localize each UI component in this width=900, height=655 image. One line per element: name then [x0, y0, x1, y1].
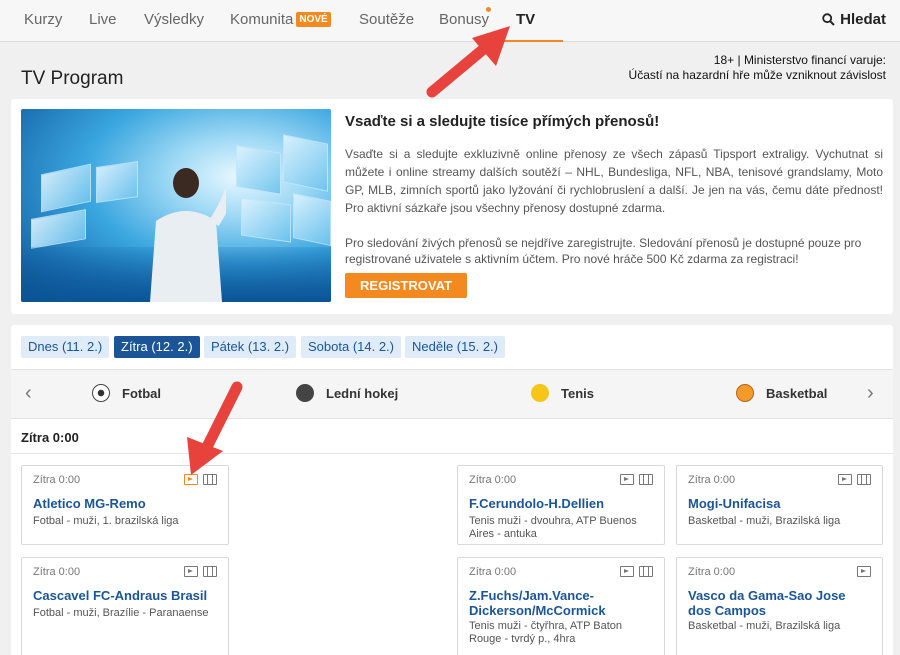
register-button[interactable]: REGISTROVAT [345, 273, 467, 298]
day-tab-tomorrow[interactable]: Zítra (12. 2.) [114, 336, 200, 358]
day-tab-friday[interactable]: Pátek (13. 2.) [204, 336, 297, 358]
chevron-right-icon[interactable]: › [867, 382, 874, 405]
tv-stream-icon[interactable] [184, 566, 198, 577]
promo-panel: Vsaďte si a sledujte tisíce přímých přen… [11, 99, 893, 314]
match-time: Zítra 0:00 [33, 566, 81, 578]
warning-line-2: Účastí na hazardní hře může vzniknout zá… [628, 68, 886, 82]
match-card[interactable]: Zítra 0:00 Vasco da Gama-Sao Jose dos Ca… [676, 557, 883, 655]
sport-label: Lední hokej [326, 386, 399, 401]
match-name[interactable]: Z.Fuchs/Jam.Vance-Dickerson/McCormick [469, 588, 619, 618]
match-info: Basketbal - muži, Brazilská liga [688, 515, 841, 527]
match-card[interactable]: Zítra 0:00 Z.Fuchs/Jam.Vance-Dickerson/M… [457, 557, 665, 655]
sport-filter-basketball[interactable]: Basketbal [736, 370, 827, 420]
nav-item-bonusy[interactable]: Bonusy [439, 0, 489, 42]
promo-title: Vsaďte si a sledujte tisíce přímých přen… [345, 113, 660, 130]
nav-item-vysledky[interactable]: Výsledky [144, 0, 204, 42]
person-illustration [150, 168, 226, 302]
search-label: Hledat [840, 11, 886, 28]
time-section-header: Zítra 0:00 [21, 430, 79, 445]
match-info: Tenis muži - čtyřhra, ATP Baton Rouge - … [469, 620, 623, 645]
match-time: Zítra 0:00 [33, 474, 81, 486]
tv-stream-icon[interactable] [620, 566, 634, 577]
new-badge: NOVÉ [296, 12, 331, 27]
match-name[interactable]: Cascavel FC-Andraus Brasil [33, 588, 218, 603]
stats-icon[interactable] [203, 474, 217, 485]
match-time: Zítra 0:00 [688, 566, 736, 578]
sport-filter-tennis[interactable]: Tenis [531, 370, 594, 420]
promo-description: Vsaďte si a sledujte exkluzivně online p… [345, 147, 883, 215]
stats-icon[interactable] [639, 566, 653, 577]
match-info: Basketbal - muži, Brazilská liga [688, 620, 841, 632]
tv-stream-icon[interactable] [620, 474, 634, 485]
sport-label: Tenis [561, 386, 594, 401]
tennis-ball-icon [531, 384, 549, 402]
nav-item-label: Komunita [230, 11, 294, 28]
basketball-icon [736, 384, 754, 402]
match-info: Tenis muži - dvouhra, ATP Buenos Aires -… [469, 515, 637, 540]
day-tab-today[interactable]: Dnes (11. 2.) [21, 336, 110, 358]
match-info: Fotbal - muži, 1. brazilská liga [33, 515, 179, 527]
match-time: Zítra 0:00 [688, 474, 736, 486]
tv-stream-icon[interactable] [838, 474, 852, 485]
match-card[interactable]: Zítra 0:00 Cascavel FC-Andraus Brasil Fo… [21, 557, 229, 655]
promo-image [21, 109, 331, 302]
nav-item-tv[interactable]: TV [501, 0, 564, 42]
search-icon [822, 13, 835, 26]
football-icon [92, 384, 110, 402]
match-time: Zítra 0:00 [469, 566, 517, 578]
match-name[interactable]: Mogi-Unifacisa [688, 496, 873, 511]
nav-item-komunita[interactable]: Komunita NOVÉ [230, 0, 331, 42]
stats-icon[interactable] [639, 474, 653, 485]
match-info: Fotbal - muži, Brazílie - Paranaense [33, 607, 209, 619]
tv-stream-icon[interactable] [857, 566, 871, 577]
gambling-warning: 18+ | Ministerstvo financí varuje: Účast… [629, 53, 886, 83]
sport-filter-hockey[interactable]: Lední hokej [296, 370, 398, 420]
day-tab-saturday[interactable]: Sobota (14. 2.) [301, 336, 401, 358]
match-name[interactable]: F.Cerundolo-H.Dellien [469, 496, 654, 511]
warning-line-1: 18+ | Ministerstvo financí varuje: [713, 53, 886, 67]
match-card[interactable]: Zítra 0:00 Atletico MG-Remo Fotbal - muž… [21, 465, 229, 545]
nav-item-souteze[interactable]: Soutěže [359, 0, 414, 42]
nav-item-kurzy[interactable]: Kurzy [24, 0, 62, 42]
divider [11, 453, 893, 454]
top-nav: Kurzy Live Výsledky Komunita NOVÉ Soutěže… [0, 0, 900, 42]
match-time: Zítra 0:00 [469, 474, 517, 486]
stats-icon[interactable] [857, 474, 871, 485]
match-card[interactable]: Zítra 0:00 Mogi-Unifacisa Basketbal - mu… [676, 465, 883, 545]
search-button[interactable]: Hledat [822, 0, 886, 42]
day-tab-sunday[interactable]: Neděle (15. 2.) [405, 336, 505, 358]
chevron-left-icon[interactable]: ‹ [25, 382, 32, 405]
stats-icon[interactable] [203, 566, 217, 577]
notification-dot [486, 7, 491, 12]
tv-program-panel: Dnes (11. 2.) Zítra (12. 2.) Pátek (13. … [11, 325, 893, 655]
promo-registration-note: Pro sledování živých přenosů se nejdříve… [345, 236, 862, 266]
sport-filter-bar: ‹ Fotbal Lední hokej Tenis Basketbal › [11, 369, 893, 419]
match-name[interactable]: Atletico MG-Remo [33, 496, 218, 511]
sport-label: Basketbal [766, 386, 828, 401]
match-card[interactable]: Zítra 0:00 F.Cerundolo-H.Dellien Tenis m… [457, 465, 665, 545]
sport-filter-football[interactable]: Fotbal [92, 370, 161, 420]
sport-label: Fotbal [122, 386, 161, 401]
match-name[interactable]: Vasco da Gama-Sao Jose dos Campos [688, 588, 868, 618]
page-title: TV Program [21, 68, 124, 89]
hockey-puck-icon [296, 384, 314, 402]
tv-stream-icon[interactable] [184, 474, 198, 485]
nav-item-live[interactable]: Live [89, 0, 117, 42]
